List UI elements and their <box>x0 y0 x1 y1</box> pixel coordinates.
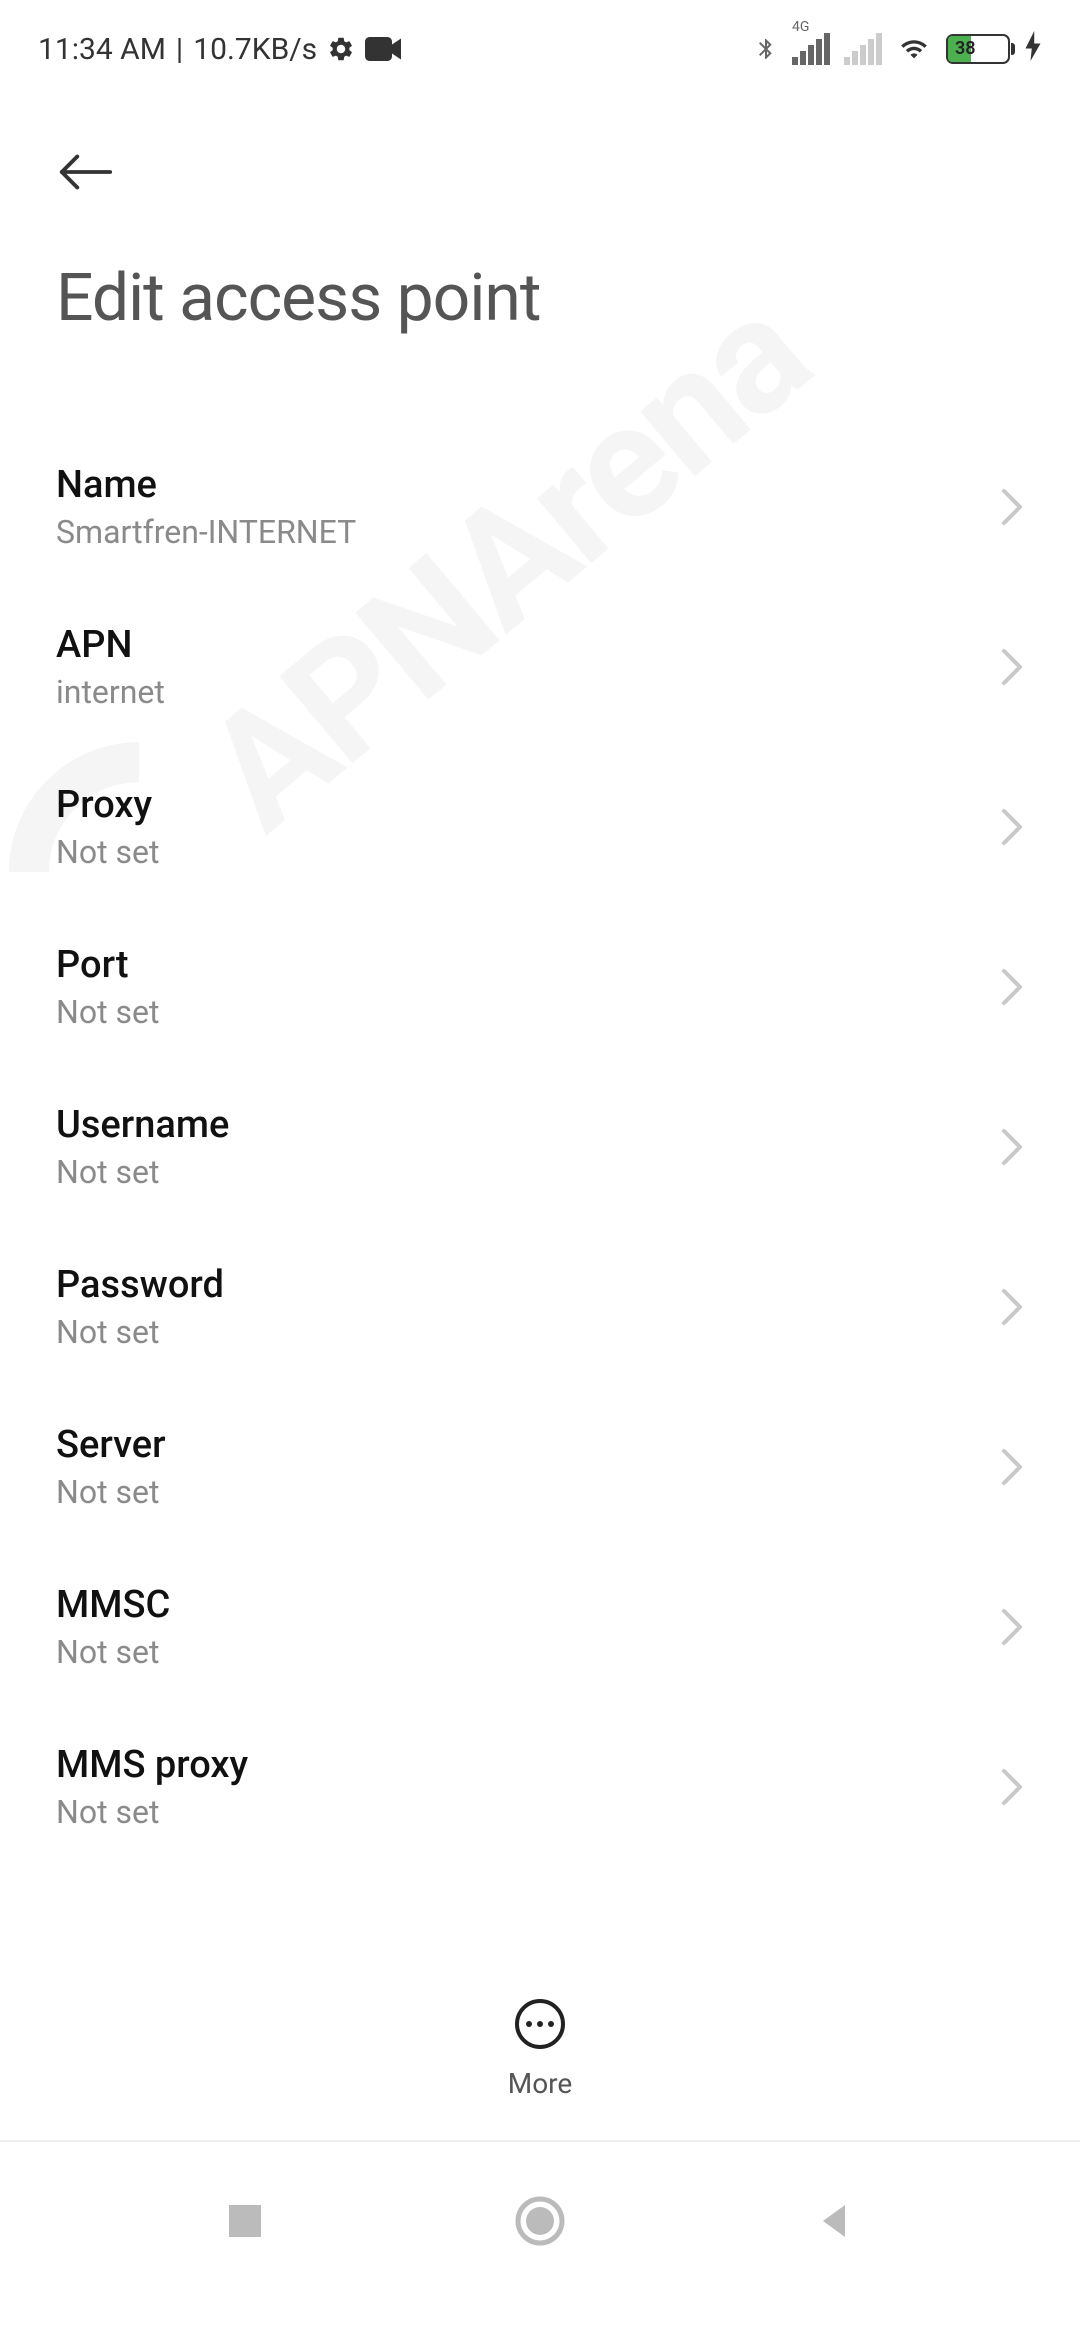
chevron-right-icon <box>1000 487 1024 527</box>
setting-value: Not set <box>56 1473 1000 1511</box>
signal-strength-1: 4G <box>792 33 830 65</box>
setting-item-apn[interactable]: APN internet <box>56 587 1024 747</box>
setting-value: Smartfren-INTERNET <box>56 513 1000 551</box>
setting-label: MMSC <box>56 1583 1000 1627</box>
chevron-right-icon <box>1000 1607 1024 1647</box>
setting-item-port[interactable]: Port Not set <box>56 907 1024 1067</box>
nav-recent-apps-button[interactable] <box>225 2201 265 2241</box>
more-button[interactable]: More <box>0 1999 1080 2100</box>
status-network-speed: 10.7KB/s <box>193 32 317 67</box>
chevron-right-icon <box>1000 1767 1024 1807</box>
bluetooth-icon <box>754 32 778 66</box>
setting-value: internet <box>56 673 1000 711</box>
setting-item-username[interactable]: Username Not set <box>56 1067 1024 1227</box>
setting-item-mms-proxy[interactable]: MMS proxy Not set <box>56 1707 1024 1867</box>
nav-home-button[interactable] <box>515 2196 565 2246</box>
setting-label: Password <box>56 1263 1000 1307</box>
setting-label: APN <box>56 623 1000 667</box>
settings-list: Name Smartfren-INTERNET APN internet Pro… <box>0 427 1080 1867</box>
setting-label: Server <box>56 1423 1000 1467</box>
charging-icon <box>1024 31 1042 68</box>
status-time: 11:34 AM <box>38 32 166 67</box>
status-separator: | <box>176 32 183 67</box>
gear-icon <box>327 35 355 63</box>
setting-value: Not set <box>56 1313 1000 1351</box>
camera-icon <box>365 37 401 61</box>
chevron-right-icon <box>1000 647 1024 687</box>
chevron-right-icon <box>1000 807 1024 847</box>
nav-back-button[interactable] <box>815 2201 855 2241</box>
setting-value: Not set <box>56 1633 1000 1671</box>
chevron-right-icon <box>1000 1127 1024 1167</box>
more-label: More <box>508 2067 573 2100</box>
setting-label: MMS proxy <box>56 1743 1000 1787</box>
setting-label: Port <box>56 943 1000 987</box>
setting-item-proxy[interactable]: Proxy Not set <box>56 747 1024 907</box>
status-bar: 11:34 AM | 10.7KB/s 4G <box>0 0 1080 80</box>
setting-item-name[interactable]: Name Smartfren-INTERNET <box>56 427 1024 587</box>
chevron-right-icon <box>1000 967 1024 1007</box>
setting-label: Username <box>56 1103 1000 1147</box>
setting-value: Not set <box>56 993 1000 1031</box>
more-icon <box>515 1999 565 2049</box>
chevron-right-icon <box>1000 1287 1024 1327</box>
battery-percent: 38 <box>955 38 976 59</box>
setting-value: Not set <box>56 833 1000 871</box>
setting-item-server[interactable]: Server Not set <box>56 1387 1024 1547</box>
setting-value: Not set <box>56 1153 1000 1191</box>
setting-value: Not set <box>56 1793 1000 1831</box>
back-button[interactable] <box>56 140 114 204</box>
setting-item-mmsc[interactable]: MMSC Not set <box>56 1547 1024 1707</box>
navigation-bar <box>0 2140 1080 2340</box>
signal-strength-2 <box>844 33 882 65</box>
setting-label: Name <box>56 463 1000 507</box>
chevron-right-icon <box>1000 1447 1024 1487</box>
setting-item-password[interactable]: Password Not set <box>56 1227 1024 1387</box>
wifi-icon <box>896 35 932 63</box>
network-type-label: 4G <box>792 19 809 35</box>
page-title: Edit access point <box>56 260 1024 337</box>
battery-icon: 38 <box>946 34 1010 64</box>
setting-label: Proxy <box>56 783 1000 827</box>
